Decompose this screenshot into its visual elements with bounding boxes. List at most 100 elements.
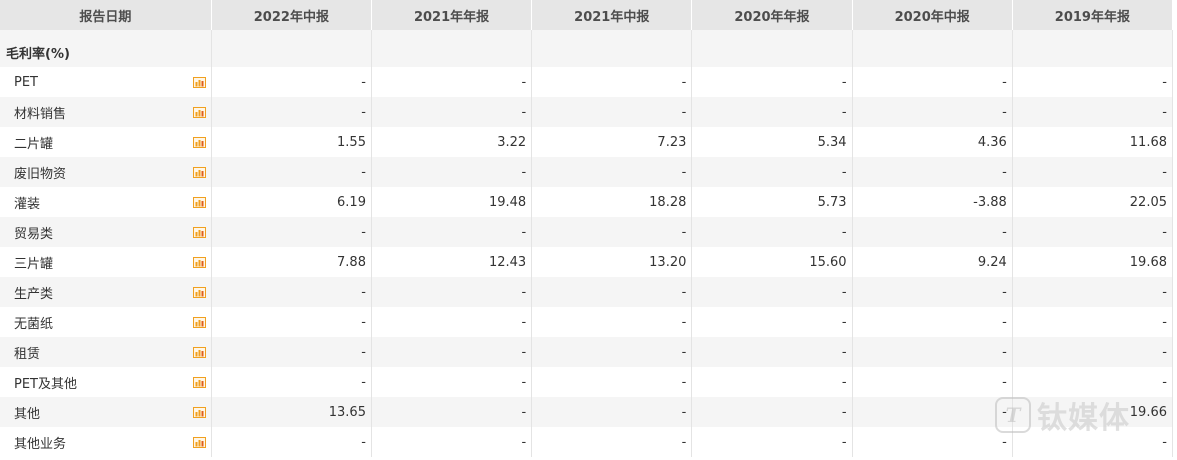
row-label: 无菌纸: [0, 307, 212, 337]
table-cell: -: [211, 427, 372, 457]
watermark: T 钛媒体: [995, 393, 1165, 437]
bar-chart-icon[interactable]: [192, 137, 206, 148]
row-label-text: 废旧物资: [14, 166, 67, 182]
table-cell: 5.34: [691, 127, 853, 157]
table-cell: 9.24: [852, 247, 1013, 277]
row-label: 材料销售: [0, 97, 212, 127]
table-cell: -: [371, 397, 533, 427]
table-cell: -: [691, 337, 853, 367]
table-cell: 19.48: [371, 187, 533, 217]
bar-chart-icon[interactable]: [192, 347, 206, 358]
row-label: 其他: [0, 397, 212, 427]
row-label-text: PET: [14, 74, 38, 90]
table-cell: -: [531, 307, 693, 337]
table-cell: -: [371, 367, 533, 397]
header-period: 2019年年报: [1012, 0, 1174, 30]
table-cell: 22.05: [1012, 187, 1174, 217]
table-cell: -: [691, 157, 853, 187]
table-cell: -: [852, 397, 1013, 427]
row-label-text: 租赁: [14, 346, 41, 362]
table-cell: 3.22: [371, 127, 533, 157]
table-cell: -: [211, 157, 372, 187]
bar-chart-icon[interactable]: [192, 197, 206, 208]
table-cell: -: [1012, 97, 1174, 127]
header-period: 2021年年报: [371, 0, 533, 30]
bar-chart-icon[interactable]: [192, 77, 206, 88]
table-cell: -: [211, 67, 372, 97]
table-row: 灌装 6.19 19.48 18.28 5.73 -3.88 22.05: [0, 187, 1174, 217]
table-row: PET - - - - - -: [0, 67, 1174, 97]
bar-chart-icon[interactable]: [192, 407, 206, 418]
row-label: 生产类: [0, 277, 212, 307]
row-label: 租赁: [0, 337, 212, 367]
table-cell: -: [531, 367, 693, 397]
row-label-text: 材料销售: [14, 106, 67, 122]
header-period: 2020年中报: [852, 0, 1013, 30]
table-row: 材料销售 - - - - - -: [0, 97, 1174, 127]
table-row: 无菌纸 - - - - - -: [0, 307, 1174, 337]
table-cell: 4.36: [852, 127, 1013, 157]
table-cell: 5.73: [691, 187, 853, 217]
table-cell: 13.65: [211, 397, 372, 427]
watermark-logo: T: [995, 397, 1031, 433]
financial-table: 报告日期 2022年中报 2021年年报 2021年中报 2020年年报 202…: [0, 0, 1174, 457]
table-cell: 11.68: [1012, 127, 1174, 157]
table-cell: -: [211, 217, 372, 247]
table-cell: -: [211, 367, 372, 397]
table-cell: -: [1012, 337, 1174, 367]
bar-chart-icon[interactable]: [192, 317, 206, 328]
section-title: 毛利率(%): [0, 37, 212, 67]
row-label-text: PET及其他: [14, 376, 77, 392]
row-label: 三片罐: [0, 247, 212, 277]
bar-chart-icon[interactable]: [192, 227, 206, 238]
table-cell: -: [691, 397, 853, 427]
table-cell: 7.23: [531, 127, 693, 157]
bar-chart-icon[interactable]: [192, 257, 206, 268]
table-cell: -: [211, 97, 372, 127]
table-cell: -: [852, 427, 1013, 457]
table-row: 二片罐 1.55 3.22 7.23 5.34 4.36 11.68: [0, 127, 1174, 157]
table-cell: -: [211, 307, 372, 337]
table-cell: -: [852, 157, 1013, 187]
row-label: 灌装: [0, 187, 212, 217]
row-label: 二片罐: [0, 127, 212, 157]
row-label-text: 其他业务: [14, 436, 67, 452]
table-cell: -: [852, 67, 1013, 97]
table-cell: -: [371, 217, 533, 247]
table-cell: -: [1012, 307, 1174, 337]
bar-chart-icon[interactable]: [192, 167, 206, 178]
header-period: 2022年中报: [211, 0, 372, 30]
table-cell: -: [691, 217, 853, 247]
table-cell: -: [691, 67, 853, 97]
row-label-text: 三片罐: [14, 256, 54, 272]
table-cell: -: [531, 217, 693, 247]
table-cell: -: [371, 427, 533, 457]
row-label: 贸易类: [0, 217, 212, 247]
table-cell: 7.88: [211, 247, 372, 277]
table-cell: 19.68: [1012, 247, 1174, 277]
table-cell: -: [531, 277, 693, 307]
table-cell: 1.55: [211, 127, 372, 157]
table-cell: -: [1012, 67, 1174, 97]
bar-chart-icon[interactable]: [192, 377, 206, 388]
table-cell: -: [852, 337, 1013, 367]
bar-chart-icon[interactable]: [192, 107, 206, 118]
row-label: 其他业务: [0, 427, 212, 457]
table-cell: -: [1012, 277, 1174, 307]
bar-chart-icon[interactable]: [192, 287, 206, 298]
table-cell: -: [371, 277, 533, 307]
table-cell: -: [691, 367, 853, 397]
table-cell: -: [371, 307, 533, 337]
table-row: 生产类 - - - - - -: [0, 277, 1174, 307]
table-cell: -: [371, 337, 533, 367]
table-cell: -: [531, 157, 693, 187]
table-row: 三片罐 7.88 12.43 13.20 15.60 9.24 19.68: [0, 247, 1174, 277]
bar-chart-icon[interactable]: [192, 437, 206, 448]
table-cell: -3.88: [852, 187, 1013, 217]
table-cell: -: [1012, 157, 1174, 187]
row-label: PET: [0, 67, 212, 97]
table-cell: -: [852, 367, 1013, 397]
table-cell: 13.20: [531, 247, 693, 277]
table-cell: -: [691, 307, 853, 337]
table-row: 废旧物资 - - - - - -: [0, 157, 1174, 187]
